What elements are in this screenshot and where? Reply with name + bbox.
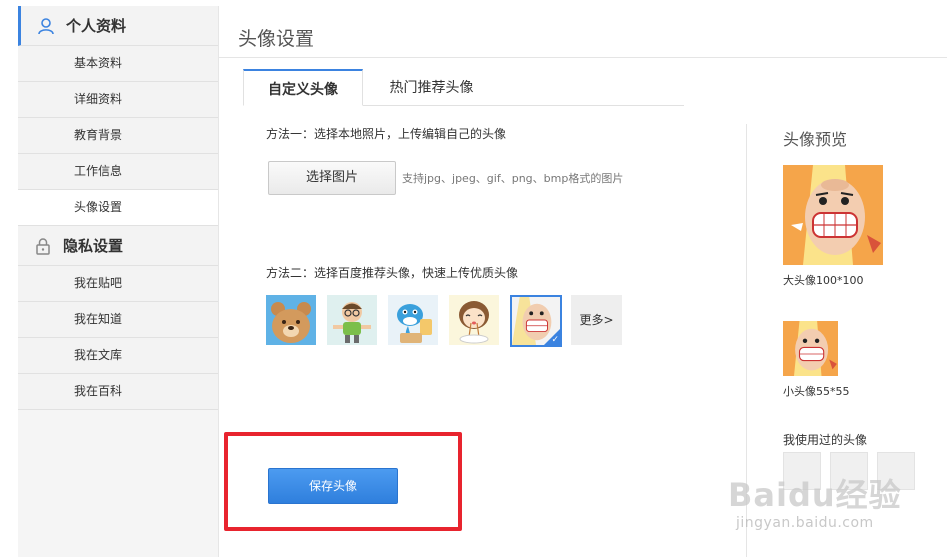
sidebar-section-privacy[interactable]: 隐私设置 xyxy=(18,226,218,266)
sidebar: 个人资料 基本资料 详细资料 教育背景 工作信息 头像设置 隐私设置 我在贴吧 … xyxy=(18,6,219,557)
girl-eating-avatar[interactable] xyxy=(449,295,499,345)
sidebar-section-label: 个人资料 xyxy=(66,17,127,35)
small-avatar-preview xyxy=(783,321,838,376)
sidebar-item-wenku[interactable]: 我在文库 xyxy=(18,338,218,374)
left-margin xyxy=(0,6,18,557)
check-icon: ✓ xyxy=(551,335,559,345)
sidebar-section-label: 隐私设置 xyxy=(63,237,124,255)
watermark-brand: Baidu经验 xyxy=(728,476,902,514)
method-one-text: 方法一：选择本地照片，上传编辑自己的头像 xyxy=(266,127,507,141)
sidebar-item-detail-info[interactable]: 详细资料 xyxy=(18,82,218,118)
page-title: 头像设置 xyxy=(238,28,315,50)
boy-glasses-avatar[interactable] xyxy=(327,295,377,345)
choose-image-button[interactable]: 选择图片 xyxy=(268,161,396,195)
preview-title: 头像预览 xyxy=(783,130,848,149)
title-divider xyxy=(219,57,947,58)
sidebar-item-avatar-settings[interactable]: 头像设置 xyxy=(18,190,218,226)
big-avatar-caption: 大头像100*100 xyxy=(783,274,864,287)
bear-avatar[interactable] xyxy=(266,295,316,345)
sidebar-item-tieba[interactable]: 我在贴吧 xyxy=(18,266,218,302)
sidebar-section-profile[interactable]: 个人资料 xyxy=(18,6,218,46)
used-avatars-title: 我使用过的头像 xyxy=(783,433,868,447)
small-avatar-caption: 小头像55*55 xyxy=(783,385,850,398)
avatar-tabs: 自定义头像 热门推荐头像 xyxy=(243,69,684,106)
tab-custom-avatar[interactable]: 自定义头像 xyxy=(243,69,363,106)
tab-popular-avatar[interactable]: 热门推荐头像 xyxy=(379,69,484,105)
more-avatars-button[interactable]: 更多> xyxy=(571,295,622,345)
sidebar-item-work[interactable]: 工作信息 xyxy=(18,154,218,190)
lock-icon xyxy=(36,238,50,255)
big-avatar-preview xyxy=(783,165,883,265)
watermark-url: jingyan.baidu.com xyxy=(736,515,874,531)
blue-dolphin-avatar[interactable] xyxy=(388,295,438,345)
method-two-text: 方法二：选择百度推荐头像，快速上传优质头像 xyxy=(266,266,519,280)
person-icon xyxy=(38,18,54,35)
sidebar-item-basic-info[interactable]: 基本资料 xyxy=(18,46,218,82)
format-hint: 支持jpg、jpeg、gif、png、bmp格式的图片 xyxy=(402,172,624,185)
highlight-box xyxy=(224,432,462,531)
sidebar-item-baike[interactable]: 我在百科 xyxy=(18,374,218,410)
sidebar-item-education[interactable]: 教育背景 xyxy=(18,118,218,154)
sidebar-item-zhidao[interactable]: 我在知道 xyxy=(18,302,218,338)
baidu-jingyan-watermark: Baidu经验 jingyan.baidu.com xyxy=(726,468,947,557)
bald-man-avatar[interactable]: ✓ xyxy=(510,295,562,347)
